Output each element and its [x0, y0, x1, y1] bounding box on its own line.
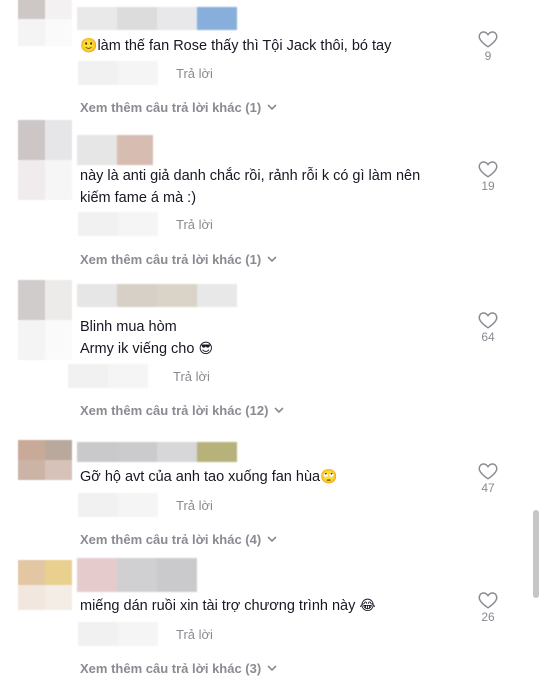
view-more-replies[interactable]: Xem thêm câu trả lời khác (12)	[80, 403, 285, 418]
view-more-replies[interactable]: Xem thêm câu trả lời khác (1)	[80, 252, 277, 267]
heart-icon	[478, 31, 498, 48]
comment-meta: Trả lời	[78, 621, 213, 647]
view-more-replies[interactable]: Xem thêm câu trả lời khác (1)	[80, 100, 277, 115]
reply-button[interactable]: Trả lời	[176, 498, 213, 513]
avatar[interactable]	[18, 440, 72, 480]
avatar[interactable]	[18, 0, 72, 46]
comment-text: này là anti giả danh chắc rồi, rảnh rỗi …	[80, 168, 421, 206]
sunglasses-emoji-icon: 😎	[198, 340, 214, 356]
like-button[interactable]: 26	[472, 591, 504, 624]
heart-icon	[478, 592, 498, 609]
chevron-down-icon	[267, 104, 277, 111]
avatar[interactable]	[18, 280, 72, 360]
comment-meta: Trả lời	[78, 492, 213, 518]
avatar[interactable]	[18, 560, 72, 610]
date-blurred	[78, 622, 158, 646]
like-count: 19	[481, 179, 495, 193]
like-button[interactable]: 64	[472, 311, 504, 344]
date-blurred	[78, 61, 158, 85]
chevron-down-icon	[267, 256, 277, 263]
username-blurred[interactable]	[77, 558, 197, 592]
comment-text: Blinh mua hòm Army ik viếng cho 😎	[80, 319, 214, 357]
username-blurred[interactable]	[77, 284, 237, 308]
chevron-down-icon	[267, 536, 277, 543]
date-blurred	[68, 364, 148, 388]
heart-icon	[478, 312, 498, 329]
comment-meta: Trả lời	[68, 363, 210, 389]
like-button[interactable]: 47	[472, 462, 504, 495]
reply-button[interactable]: Trả lời	[176, 627, 213, 642]
scrollbar-thumb[interactable]	[533, 510, 539, 598]
smile-emoji-icon: 🙂	[80, 37, 98, 53]
chevron-down-icon	[274, 407, 285, 414]
like-count: 47	[481, 481, 495, 495]
comment-meta: Trả lời	[78, 211, 213, 237]
heart-icon	[478, 463, 498, 480]
view-more-replies[interactable]: Xem thêm câu trả lời khác (3)	[80, 661, 277, 676]
heart-icon	[478, 161, 498, 178]
reply-button[interactable]: Trả lời	[173, 369, 210, 384]
date-blurred	[78, 212, 158, 236]
like-button[interactable]: 19	[472, 160, 504, 193]
laughing-emoji-icon: 😂	[359, 597, 376, 613]
date-blurred	[78, 493, 158, 517]
comment-text: Gỡ hộ avt của anh tao xuống fan hùa🙄	[80, 468, 338, 485]
avatar[interactable]	[18, 120, 72, 200]
username-blurred[interactable]	[77, 442, 237, 462]
reply-button[interactable]: Trả lời	[176, 217, 213, 232]
view-more-replies[interactable]: Xem thêm câu trả lời khác (4)	[80, 532, 277, 547]
like-count: 64	[481, 330, 495, 344]
like-button[interactable]: 9	[472, 30, 504, 63]
username-blurred[interactable]	[77, 7, 237, 30]
chevron-down-icon	[267, 665, 277, 672]
comment-text: miếng dán ruồi xin tài trợ chương trình …	[80, 597, 376, 614]
comment-text: 🙂làm thế fan Rose thấy thì Tội Jack thôi…	[80, 37, 392, 54]
reply-button[interactable]: Trả lời	[176, 66, 213, 81]
eye-roll-emoji-icon: 🙄	[320, 468, 338, 484]
comment-meta: Trả lời	[78, 60, 213, 86]
username-blurred[interactable]	[77, 135, 153, 165]
like-count: 26	[481, 610, 495, 624]
like-count: 9	[484, 49, 492, 63]
